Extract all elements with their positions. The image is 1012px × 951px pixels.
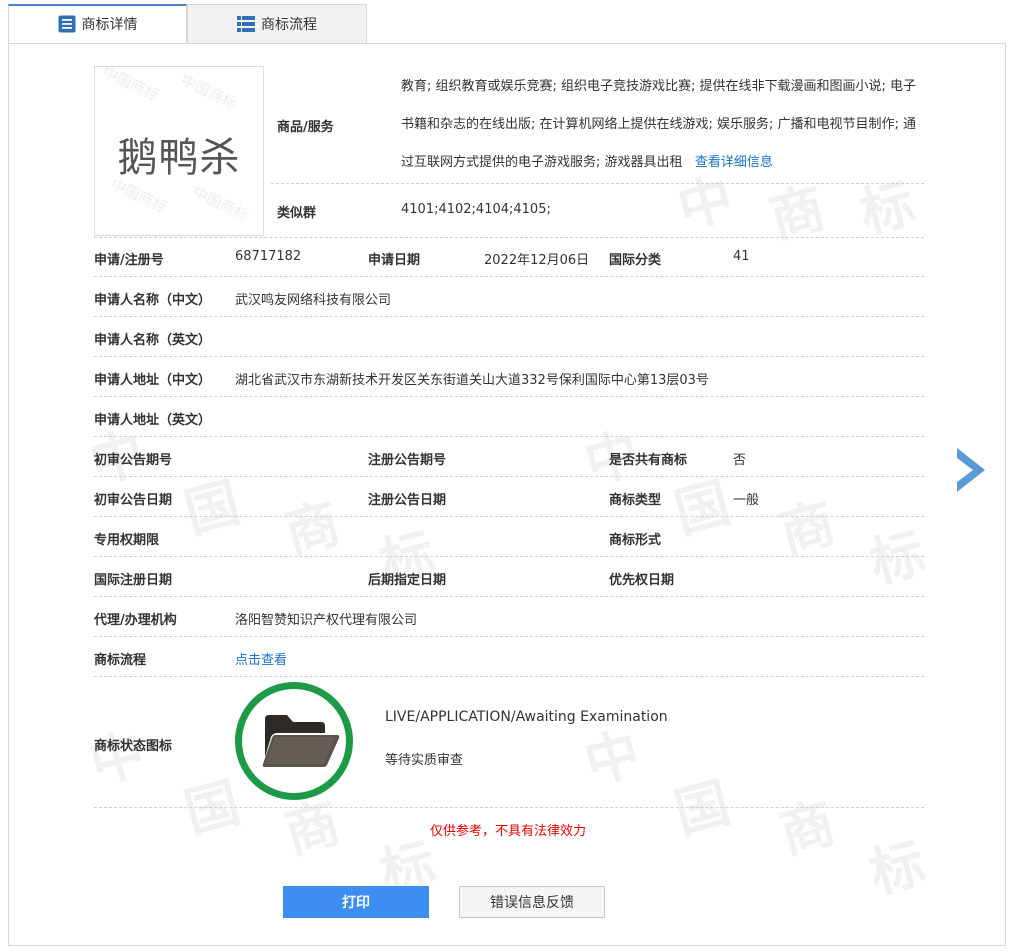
grid-list-icon	[237, 16, 255, 32]
tm-type-label: 商标类型	[609, 493, 662, 508]
similar-group-value: 4101;4102;4104;4105;	[401, 202, 551, 217]
tab-label: 商标详情	[81, 17, 138, 33]
intl-class-label: 国际分类	[609, 253, 662, 268]
app-date-label: 申请日期	[368, 253, 421, 268]
divider	[94, 596, 924, 597]
process-label: 商标流程	[94, 653, 147, 668]
goods-services-value: 教育; 组织教育或娱乐竞赛; 组织电子竞技游戏比赛; 提供在线非下载漫画和图画小…	[401, 68, 923, 182]
view-detail-link[interactable]: 查看详细信息	[695, 155, 773, 170]
divider	[94, 436, 924, 437]
tab-trademark-flow[interactable]: 商标流程	[187, 4, 367, 43]
applicant-cn-label: 申请人名称（中文）	[94, 293, 212, 308]
prelim-date-label: 初审公告日期	[94, 493, 173, 508]
prelim-no-label: 初审公告期号	[94, 453, 173, 468]
next-arrow-button[interactable]	[955, 446, 987, 494]
divider	[94, 396, 924, 397]
divider	[94, 516, 924, 517]
trademark-image-watermark: 中国商标	[99, 66, 162, 105]
tm-form-label: 商标形式	[609, 533, 662, 548]
intl-class-value: 41	[733, 249, 750, 264]
divider	[94, 676, 924, 677]
applicant-en-label: 申请人名称（英文）	[94, 333, 212, 348]
status-ring	[235, 682, 353, 800]
applicant-cn-value: 武汉鸣友网络科技有限公司	[235, 293, 392, 308]
app-date-value: 2022年12月06日	[484, 253, 590, 268]
tab-trademark-detail[interactable]: 商标详情	[8, 4, 187, 43]
goods-services-text: 教育; 组织教育或娱乐竞赛; 组织电子竞技游戏比赛; 提供在线非下载漫画和图画小…	[401, 79, 917, 170]
divider	[94, 476, 924, 477]
divider	[94, 276, 924, 277]
priority-date-label: 优先权日期	[609, 573, 675, 588]
shared-tm-label: 是否共有商标	[609, 453, 688, 468]
divider	[94, 356, 924, 357]
process-view-link[interactable]: 点击查看	[235, 649, 287, 668]
disclaimer-text: 仅供参考，不具有法律效力	[429, 824, 586, 839]
reg-no-label: 申请/注册号	[94, 253, 164, 268]
intl-reg-date-label: 国际注册日期	[94, 573, 173, 588]
status-label: 商标状态图标	[94, 739, 173, 754]
error-feedback-button[interactable]: 错误信息反馈	[459, 886, 605, 918]
reg-pub-date-label: 注册公告日期	[368, 493, 447, 508]
divider	[94, 807, 924, 808]
chevron-right-icon	[957, 448, 985, 492]
tm-type-value: 一般	[733, 493, 760, 508]
folder-icon	[262, 715, 340, 767]
address-cn-value: 湖北省武汉市东湖新技术开发区关东街道关山大道332号保利国际中心第13层03号	[235, 373, 709, 388]
address-cn-label: 申请人地址（中文）	[94, 373, 212, 388]
list-icon	[58, 15, 76, 33]
status-en-text: LIVE/APPLICATION/Awaiting Examination	[385, 709, 668, 725]
trademark-detail-panel: 中 商 标 中 国 商 标 中 国 商 标 中 国 商 标 中 国 商 标 中国…	[8, 43, 1006, 946]
tab-bar: 商标详情 商标流程	[8, 4, 1008, 44]
reg-pub-no-label: 注册公告期号	[368, 453, 447, 468]
divider	[94, 316, 924, 317]
shared-tm-value: 否	[733, 453, 747, 468]
agent-label: 代理/办理机构	[94, 613, 177, 628]
similar-group-label: 类似群	[277, 206, 317, 221]
reg-no-value: 68717182	[235, 249, 302, 264]
divider	[94, 636, 924, 637]
trademark-name: 鹅鸭杀	[117, 135, 241, 181]
exclusive-term-label: 专用权期限	[94, 533, 160, 548]
later-date-label: 后期指定日期	[368, 573, 447, 588]
address-en-label: 申请人地址（英文）	[94, 413, 212, 428]
status-cn-text: 等待实质审查	[385, 753, 464, 768]
trademark-image: 中国商标 中国商标 中国商标 中国商标 鹅鸭杀	[94, 66, 264, 236]
tab-label: 商标流程	[261, 17, 317, 33]
divider	[94, 556, 924, 557]
agent-value: 洛阳智赞知识产权代理有限公司	[235, 613, 418, 628]
divider	[271, 183, 924, 184]
goods-services-label: 商品/服务	[277, 120, 334, 135]
print-button[interactable]: 打印	[283, 886, 429, 918]
divider	[94, 237, 924, 238]
